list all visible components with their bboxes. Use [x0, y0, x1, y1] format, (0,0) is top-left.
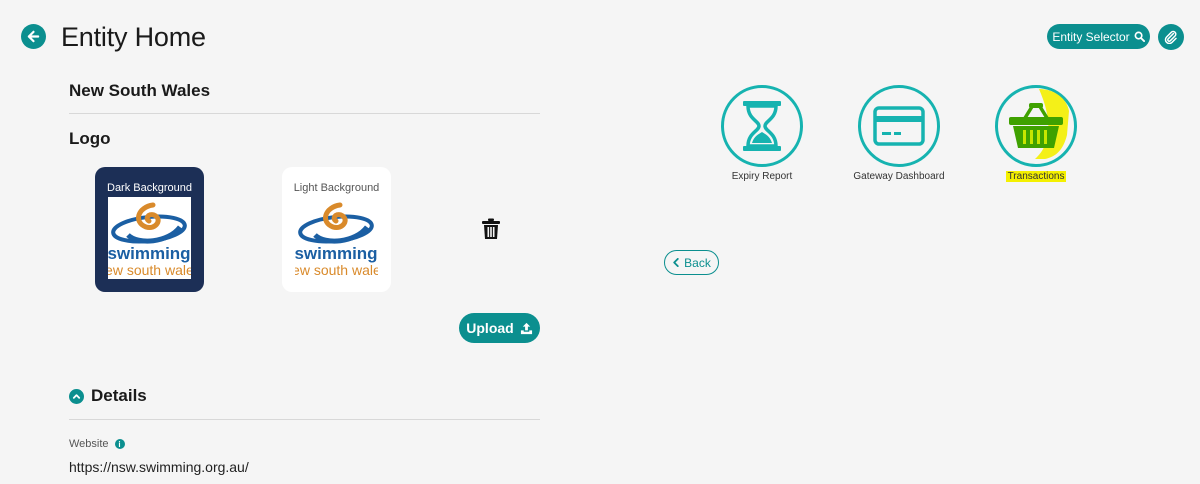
- arrow-left-icon: [27, 30, 40, 43]
- chevron-up-icon: [69, 388, 84, 404]
- back-arrow-button[interactable]: [21, 24, 46, 49]
- attachment-button[interactable]: [1158, 24, 1184, 50]
- website-label: Website i: [69, 438, 125, 450]
- back-label: Back: [684, 255, 711, 270]
- brand-line-1: swimming: [108, 244, 191, 263]
- tile-label: Expiry Report: [731, 171, 793, 182]
- info-icon[interactable]: i: [114, 439, 125, 449]
- page-title: Entity Home: [61, 22, 206, 52]
- upload-button[interactable]: Upload: [459, 313, 540, 343]
- entity-selector-label: Entity Selector: [1052, 29, 1130, 44]
- back-button[interactable]: Back: [664, 250, 719, 275]
- tile-transactions[interactable]: Transactions: [961, 85, 1111, 182]
- divider: [69, 113, 540, 114]
- divider: [69, 419, 540, 420]
- dark-logo-card[interactable]: Dark Background swimming new south wales: [95, 167, 204, 292]
- entity-selector-button[interactable]: Entity Selector: [1047, 24, 1150, 49]
- dark-logo-caption: Dark Background: [107, 182, 192, 194]
- trash-icon: [482, 218, 500, 239]
- tile-label: Gateway Dashboard: [853, 171, 945, 182]
- tile-label: Transactions: [1005, 171, 1067, 182]
- brand-line-1: swimming: [295, 244, 378, 263]
- brand-line-2: new south wales: [295, 262, 378, 278]
- website-label-text: Website: [69, 438, 109, 450]
- light-logo-caption: Light Background: [293, 182, 380, 194]
- dark-logo-image: swimming new south wales: [108, 197, 191, 279]
- delete-logo-button[interactable]: [481, 218, 501, 240]
- brand-line-2: new south wales: [108, 262, 191, 278]
- tile-gateway-dashboard[interactable]: Gateway Dashboard: [824, 85, 974, 182]
- light-logo-card[interactable]: Light Background swimming new south wale…: [282, 167, 391, 292]
- entity-name: New South Wales: [69, 81, 211, 100]
- details-toggle[interactable]: Details: [69, 386, 147, 406]
- credit-card-icon: [858, 85, 940, 167]
- hourglass-icon: [721, 85, 803, 167]
- basket-icon: [995, 85, 1077, 167]
- chevron-left-icon: [673, 258, 679, 267]
- website-value: https://nsw.swimming.org.au/: [69, 459, 249, 475]
- light-logo-image: swimming new south wales: [295, 197, 378, 279]
- tile-expiry-report[interactable]: Expiry Report: [687, 85, 837, 182]
- paperclip-icon: [1164, 30, 1177, 44]
- search-icon: [1134, 31, 1145, 42]
- details-section-title: Details: [91, 386, 147, 405]
- upload-label: Upload: [466, 320, 514, 336]
- upload-icon: [520, 322, 532, 334]
- logo-section-title: Logo: [69, 129, 111, 148]
